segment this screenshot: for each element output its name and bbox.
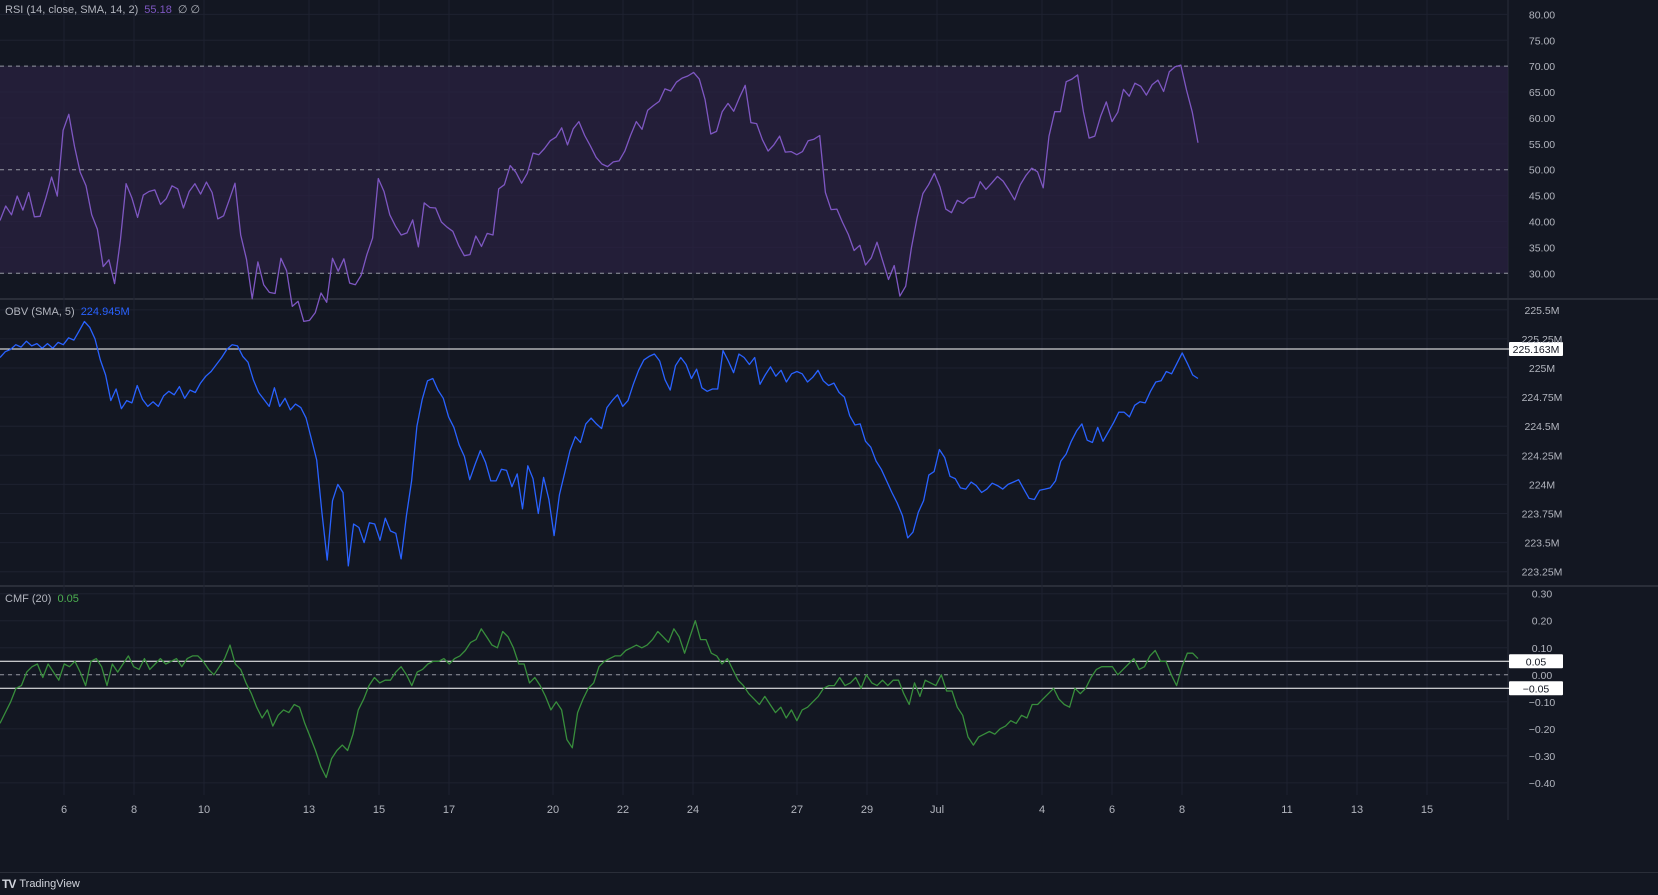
tradingview-logo-icon: TV xyxy=(2,877,16,891)
x-tick-label: 8 xyxy=(131,804,137,816)
rsi-y-tick-label: 60.00 xyxy=(1529,113,1555,125)
x-tick-label: 4 xyxy=(1039,804,1045,816)
obv-y-tick-label: 225.25M xyxy=(1522,334,1563,346)
x-tick-label: 29 xyxy=(861,804,873,816)
rsi-y-tick-label: 40.00 xyxy=(1529,217,1555,229)
rsi-legend-value: 55.18 xyxy=(144,3,172,16)
rsi-y-tick-label: 35.00 xyxy=(1529,242,1555,254)
obv-legend[interactable]: OBV (SMA, 5) 224.945M xyxy=(5,306,130,318)
x-tick-label: 15 xyxy=(373,804,385,816)
cmf-legend-value: 0.05 xyxy=(57,593,79,605)
cmf-y-tick-label: 0.30 xyxy=(1532,589,1553,601)
indicator-chart[interactable]: 225.163M0.05−0.05 6 8 10 13 15 17 20 22 24 27 29 Ju… xyxy=(0,0,1658,895)
obv-y-tick-label: 224.5M xyxy=(1524,421,1559,433)
cmf-y-tick-label: −0.40 xyxy=(1529,778,1556,790)
x-tick-label: 24 xyxy=(687,804,699,816)
x-tick-label: 6 xyxy=(1109,804,1115,816)
rsi-legend[interactable]: RSI (14, close, SMA, 14, 2) 55.18 ∅ ∅ xyxy=(5,3,201,17)
cmf-y-tick-label: −0.20 xyxy=(1529,724,1556,736)
cmf-series-line xyxy=(0,620,1199,779)
rsi-y-tick-label: 75.00 xyxy=(1529,35,1555,47)
obv-y-tick-label: 225.5M xyxy=(1524,305,1559,317)
obv-y-tick-label: 225M xyxy=(1529,363,1555,375)
cmf-level-label: 0.05 xyxy=(1526,656,1547,668)
cmf-legend[interactable]: CMF (20) 0.05 xyxy=(5,593,79,605)
cmf-y-tick-label: −0.30 xyxy=(1529,751,1556,763)
obv-y-tick-label: 224.25M xyxy=(1522,450,1563,462)
obv-y-tick-label: 224.75M xyxy=(1522,392,1563,404)
obv-y-tick-label: 224M xyxy=(1529,479,1555,491)
x-tick-label: 13 xyxy=(303,804,315,816)
x-tick-label: 15 xyxy=(1421,804,1433,816)
rsi-y-tick-label: 30.00 xyxy=(1529,268,1555,280)
rsi-y-tick-label: 55.00 xyxy=(1529,139,1555,151)
cmf-level-label: −0.05 xyxy=(1523,683,1550,695)
rsi-y-tick-label: 50.00 xyxy=(1529,165,1555,177)
x-tick-label: 20 xyxy=(547,804,559,816)
x-tick-label: 13 xyxy=(1351,804,1363,816)
x-tick-label: Jul xyxy=(930,804,944,816)
rsi-y-tick-label: 70.00 xyxy=(1529,61,1555,73)
cmf-legend-title: CMF (20) xyxy=(5,593,52,605)
obv-legend-title: OBV (SMA, 5) xyxy=(5,306,75,318)
rsi-y-tick-label: 45.00 xyxy=(1529,191,1555,203)
x-tick-label: 8 xyxy=(1179,804,1185,816)
x-tick-label: 22 xyxy=(617,804,629,816)
x-tick-label: 6 xyxy=(61,804,67,816)
cmf-y-tick-label: −0.10 xyxy=(1529,697,1556,709)
x-tick-label: 10 xyxy=(198,804,210,816)
rsi-legend-title: RSI (14, close, SMA, 14, 2) xyxy=(5,3,139,16)
rsi-y-tick-label: 80.00 xyxy=(1529,9,1555,21)
x-tick-label: 11 xyxy=(1281,804,1292,816)
x-tick-label: 27 xyxy=(791,804,803,816)
x-tick-label: 17 xyxy=(443,804,455,816)
obv-legend-value: 224.945M xyxy=(80,306,130,318)
cmf-y-tick-label: 0.10 xyxy=(1532,643,1553,655)
rsi-legend-extra: ∅ ∅ xyxy=(177,4,201,16)
obv-y-tick-label: 223.25M xyxy=(1522,567,1563,579)
tradingview-branding[interactable]: TV TradingView xyxy=(0,872,1658,895)
cmf-y-tick-label: 0.00 xyxy=(1532,670,1553,682)
brand-name: TradingView xyxy=(19,878,80,890)
obv-y-tick-label: 223.5M xyxy=(1524,538,1559,550)
cmf-y-tick-label: 0.20 xyxy=(1532,616,1553,628)
obv-series-line xyxy=(0,320,1199,567)
rsi-y-tick-label: 65.00 xyxy=(1529,87,1555,99)
obv-y-tick-label: 223.75M xyxy=(1522,508,1563,520)
